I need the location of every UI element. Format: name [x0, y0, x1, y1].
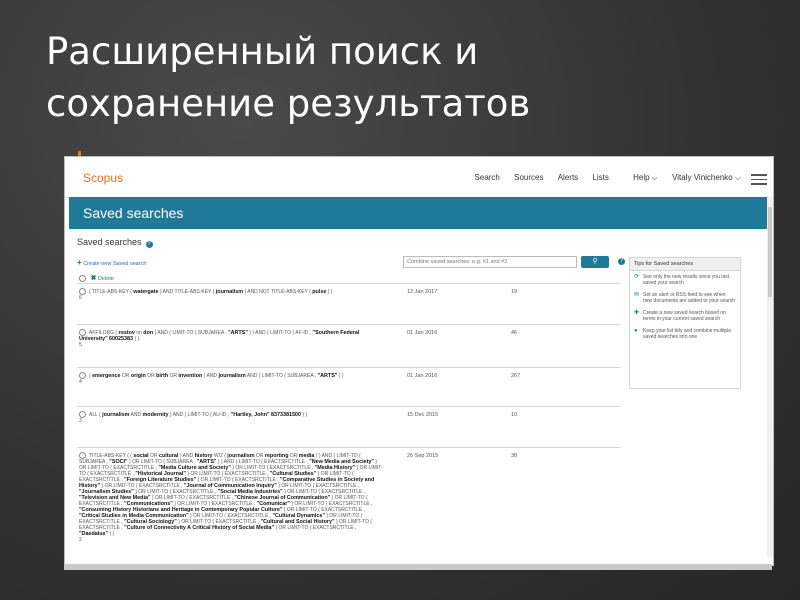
delete-label[interactable]: Delete — [98, 276, 114, 282]
row-number: 3 — [79, 418, 82, 424]
row-number: 4 — [79, 379, 82, 385]
scopus-screenshot: Scopus Search Sources Alerts Lists Help … — [64, 156, 774, 566]
tip-item: ⟳ See only the new results since you last… — [630, 271, 740, 289]
saved-search-row[interactable]: ALL ( journalism AND modernity ) AND ( L… — [77, 406, 621, 447]
row-number: 5 — [79, 342, 82, 348]
row-checkbox[interactable] — [79, 288, 86, 295]
search-query[interactable]: AFFILORG ( rostov on don ) AND ( LIMIT-T… — [79, 329, 385, 348]
search-query[interactable]: TITLE-ABS-KEY ( ( social OR cultural ) A… — [79, 452, 385, 543]
row-checkbox[interactable] — [79, 329, 86, 336]
tip-icon: ⟳ — [634, 274, 640, 280]
tip-icon: ✉ — [634, 292, 640, 298]
saved-search-row[interactable]: ( TITLE-ABS-KEY ( watergate ) AND TITLE-… — [77, 283, 621, 324]
saved-search-row[interactable]: ( emergence OR origin OR birth OR invent… — [77, 367, 621, 406]
saved-search-row[interactable]: AFFILORG ( rostov on don ) AND ( LIMIT-T… — [77, 324, 621, 367]
tip-item: ✚ Create a new saved search based on term… — [630, 307, 740, 325]
combine-search-button[interactable]: ⚲ — [581, 256, 609, 268]
row-number: 2 — [79, 537, 82, 543]
search-date: 01 Jan 2016 — [407, 330, 438, 336]
saved-searches-heading: Saved searches — [77, 237, 142, 247]
tip-text: See only the new results since you last … — [643, 274, 730, 286]
row-checkbox[interactable] — [79, 452, 86, 459]
hamburger-menu-icon[interactable] — [751, 174, 767, 188]
search-date: 12 Jan 2017 — [407, 289, 438, 295]
scopus-logo[interactable]: Scopus — [83, 171, 123, 185]
page-heading: Saved searches? — [77, 237, 153, 248]
slide-title: Расширенный поиск и сохранение результат… — [46, 26, 746, 130]
row-checkbox[interactable] — [79, 411, 86, 418]
nav-links: Search Sources Alerts Lists Help ⌵ Vital… — [463, 173, 741, 183]
nav-sources[interactable]: Sources — [514, 173, 543, 182]
result-count[interactable]: 46 — [511, 330, 517, 336]
result-count[interactable]: 267 — [511, 373, 520, 379]
page-banner: Saved searches — [69, 197, 773, 229]
top-navigation: Scopus Search Sources Alerts Lists Help … — [65, 157, 773, 198]
tip-icon: ● — [634, 328, 638, 334]
select-all-checkbox[interactable] — [79, 275, 86, 283]
create-saved-search-link[interactable]: + Create new Saved search — [77, 258, 147, 267]
bottom-strip — [64, 564, 772, 570]
search-query[interactable]: ALL ( journalism AND modernity ) AND ( L… — [79, 411, 385, 424]
search-date: 26 Sep 2015 — [407, 453, 439, 459]
row-checkbox[interactable] — [79, 372, 86, 379]
search-query[interactable]: ( TITLE-ABS-KEY ( watergate ) AND TITLE-… — [79, 288, 385, 301]
tip-item: ✉ Set an alert or RSS feed to see when ne… — [630, 289, 740, 307]
nav-search[interactable]: Search — [475, 173, 500, 182]
result-count[interactable]: 38 — [511, 453, 517, 459]
nav-help[interactable]: Help ⌵ — [633, 173, 658, 182]
combine-help-icon[interactable]: ? — [618, 258, 625, 265]
tip-text: Create a new saved search based on terms… — [643, 310, 726, 322]
nav-lists[interactable]: Lists — [592, 173, 608, 182]
search-date: 15 Dec 2015 — [407, 412, 439, 418]
tips-list: ⟳ See only the new results since you last… — [630, 271, 740, 343]
nav-alerts[interactable]: Alerts — [558, 173, 578, 182]
tip-text: Set an alert or RSS feed to see when new… — [643, 292, 735, 304]
result-count[interactable]: 10 — [511, 412, 517, 418]
scrollbar[interactable] — [767, 197, 773, 557]
saved-search-row[interactable]: TITLE-ABS-KEY ( ( social OR cultural ) A… — [77, 447, 621, 565]
tips-panel: Tips for Saved searches ⟳ See only the ne… — [629, 257, 741, 389]
magnifier-icon: ⚲ — [592, 258, 598, 265]
search-query[interactable]: ( emergence OR origin OR birth OR invent… — [79, 372, 385, 385]
combine-searches-input[interactable] — [403, 256, 577, 268]
plus-icon: + — [77, 258, 82, 267]
scrollbar-thumb[interactable] — [768, 207, 772, 297]
slide-title-line2: сохранение результатов — [46, 82, 531, 125]
saved-searches-table: ( TITLE-ABS-KEY ( watergate ) AND TITLE-… — [77, 283, 621, 565]
slide-title-line1: Расширенный поиск и — [46, 30, 479, 73]
nav-user[interactable]: Vitaly Vinichenko ⌵ — [672, 173, 741, 182]
tip-item: ● Keep your list tidy and combine multipl… — [630, 325, 740, 343]
tip-icon: ✚ — [634, 310, 640, 316]
result-count[interactable]: 19 — [511, 289, 517, 295]
delete-row: ✖ Delete — [79, 274, 114, 283]
delete-icon[interactable]: ✖ — [91, 275, 97, 282]
create-saved-search-label: Create new Saved search — [83, 261, 147, 267]
tips-title: Tips for Saved searches — [630, 258, 740, 271]
row-number: 6 — [79, 295, 82, 301]
search-date: 01 Jan 2016 — [407, 373, 438, 379]
tip-text: Keep your list tidy and combine multiple… — [643, 328, 732, 340]
help-icon[interactable]: ? — [145, 241, 153, 248]
